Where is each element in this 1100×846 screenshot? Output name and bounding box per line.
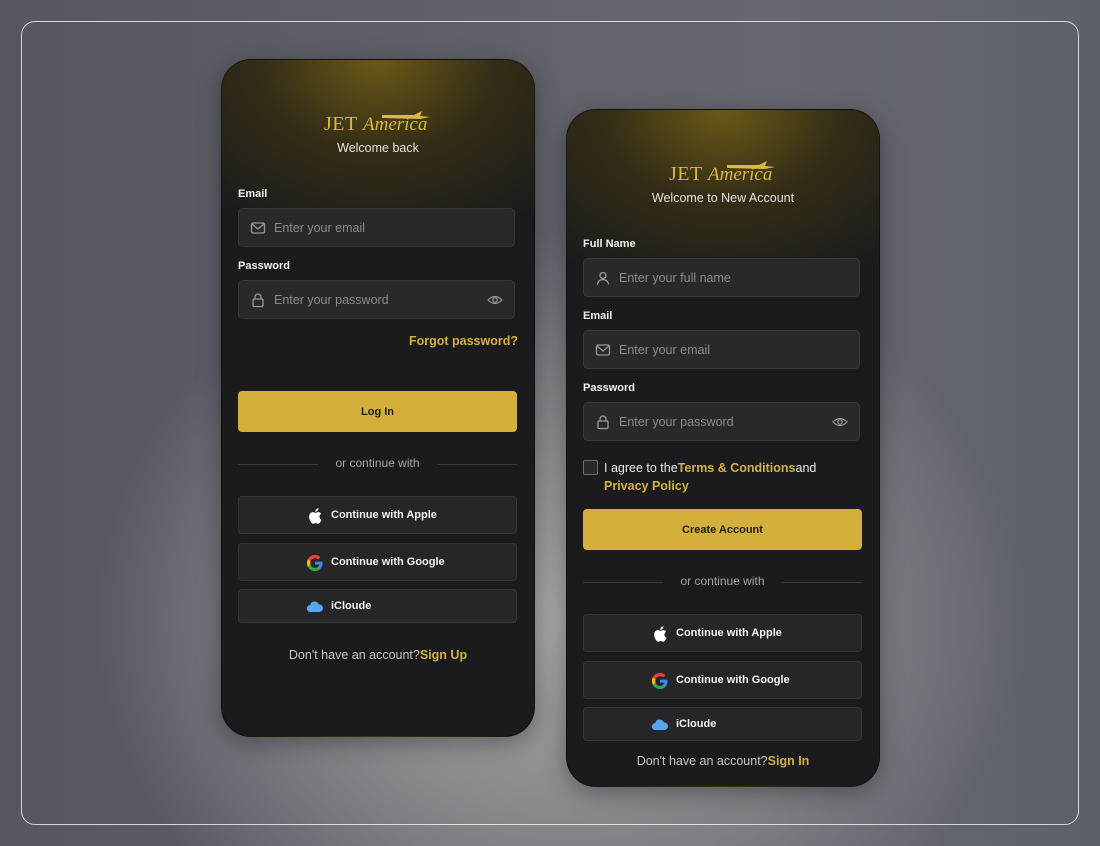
terms-agreement: I agree to theTerms & Conditionsand Priva…	[583, 459, 863, 497]
full-name-field[interactable]: Enter your full name	[583, 258, 860, 297]
svg-text:JET: JET	[669, 163, 703, 185]
eye-icon[interactable]	[832, 415, 848, 429]
divider-text: or continue with	[680, 574, 765, 588]
apple-label: Continue with Apple	[676, 627, 782, 639]
password-field[interactable]: Enter your password	[238, 280, 515, 319]
full-name-placeholder: Enter your full name	[619, 271, 731, 285]
icloud-button[interactable]: iCloude	[238, 589, 517, 623]
svg-text:JET: JET	[324, 113, 358, 135]
privacy-link[interactable]: Privacy Policy	[604, 479, 689, 493]
password-placeholder: Enter your password	[619, 415, 734, 429]
eye-icon[interactable]	[487, 293, 503, 307]
icloud-button[interactable]: iCloude	[583, 707, 862, 741]
mail-icon	[250, 222, 266, 234]
password-placeholder: Enter your password	[274, 293, 389, 307]
apple-label: Continue with Apple	[331, 509, 437, 521]
signup-prompt: Don't have an account?Sign Up	[222, 648, 534, 662]
signin-prompt-text: Don't have an account?	[636, 754, 768, 768]
icloud-label: iCloude	[676, 718, 717, 730]
email-placeholder: Enter your email	[619, 343, 711, 357]
terms-prefix: I agree to the	[604, 461, 678, 475]
icloud-label: iCloude	[331, 600, 372, 612]
apple-button[interactable]: Continue with Apple	[583, 614, 862, 652]
email-field[interactable]: Enter your email	[238, 208, 515, 247]
divider: or continue with	[583, 574, 862, 590]
password-field[interactable]: Enter your password	[583, 402, 860, 441]
signup-screen: JET America Welcome to New Account Full …	[566, 109, 880, 787]
welcome-subtitle: Welcome back	[337, 141, 419, 155]
apple-button[interactable]: Continue with Apple	[238, 496, 517, 534]
icloud-icon	[651, 719, 668, 731]
lock-icon	[597, 415, 609, 430]
google-icon	[307, 555, 323, 571]
terms-checkbox[interactable]	[583, 460, 598, 475]
email-label: Email	[583, 310, 613, 322]
divider: or continue with	[238, 456, 517, 472]
full-name-label: Full Name	[583, 238, 636, 250]
login-screen: JET America Welcome back Email Enter you…	[221, 59, 535, 737]
create-account-button[interactable]: Create Account	[583, 509, 862, 550]
google-label: Continue with Google	[331, 556, 445, 568]
welcome-subtitle: Welcome to New Account	[651, 191, 795, 205]
signin-prompt: Don't have an account?Sign In	[567, 754, 879, 768]
icloud-icon	[306, 601, 323, 613]
brand-logo: JET America	[222, 109, 534, 140]
email-field[interactable]: Enter your email	[583, 330, 860, 369]
user-icon	[596, 271, 610, 285]
forgot-password-link[interactable]: Forgot password?	[409, 334, 518, 348]
signup-prompt-text: Don't have an account?	[288, 648, 420, 662]
apple-icon	[309, 508, 322, 524]
google-button[interactable]: Continue with Google	[238, 543, 517, 581]
email-placeholder: Enter your email	[274, 221, 366, 235]
google-button[interactable]: Continue with Google	[583, 661, 862, 699]
brand-logo: JET America	[567, 159, 879, 190]
signin-link[interactable]: Sign In	[768, 754, 810, 768]
mail-icon	[595, 344, 611, 356]
terms-and: and	[795, 461, 817, 475]
google-icon	[652, 673, 668, 689]
divider-text: or continue with	[335, 456, 420, 470]
terms-text: I agree to theTerms & Conditionsand Priva…	[604, 459, 854, 495]
apple-icon	[654, 626, 667, 642]
password-label: Password	[583, 382, 635, 394]
lock-icon	[252, 293, 264, 308]
password-label: Password	[238, 260, 290, 272]
signup-link[interactable]: Sign Up	[420, 648, 467, 662]
terms-link[interactable]: Terms & Conditions	[678, 461, 796, 475]
frame-border	[21, 21, 1079, 825]
google-label: Continue with Google	[676, 674, 790, 686]
email-label: Email	[238, 188, 268, 200]
login-button[interactable]: Log In	[238, 391, 517, 432]
